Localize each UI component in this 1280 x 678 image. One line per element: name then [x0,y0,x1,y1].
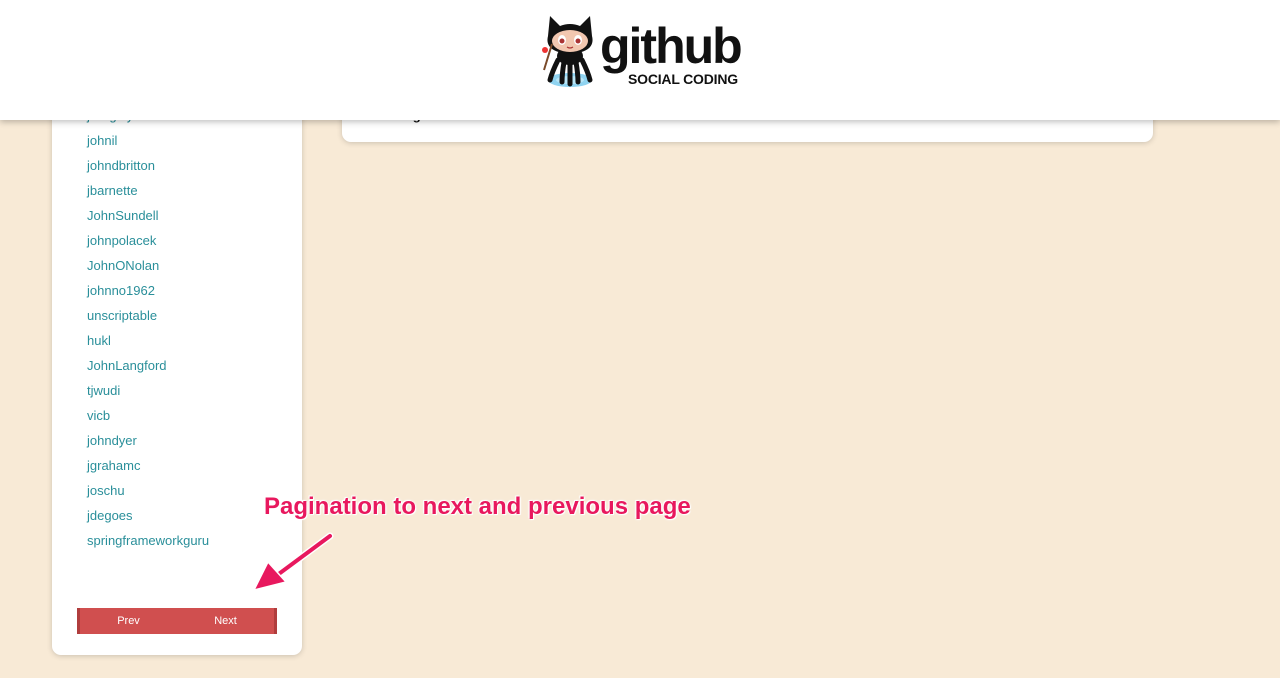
page: jwiegley johnil johndbritton jbarnette J… [0,0,1280,678]
user-link[interactable]: JohnONolan [87,258,159,273]
arrow-icon [252,532,334,592]
logo-tagline: SOCIAL CODING [628,71,738,87]
prev-button[interactable]: Prev [80,608,177,634]
user-link[interactable]: springframeworkguru [87,533,209,548]
user-link[interactable]: JohnLangford [87,358,167,373]
list-item: johnil [87,128,209,153]
next-button[interactable]: Next [177,608,274,634]
logo-wordmark: github [600,18,743,74]
user-link[interactable]: jbarnette [87,183,138,198]
list-item: johndbritton [87,153,209,178]
user-link[interactable]: johndbritton [87,158,155,173]
pagination: Prev Next [77,608,277,634]
user-link[interactable]: vicb [87,408,110,423]
list-item: JohnONolan [87,253,209,278]
list-item: springframeworkguru [87,528,209,553]
github-logo[interactable]: github SOCIAL CODING [538,10,748,90]
user-link[interactable]: tjwudi [87,383,120,398]
user-link[interactable]: johnil [87,133,117,148]
list-item: JohnSundell [87,203,209,228]
list-item: johnpolacek [87,228,209,253]
user-list: jwiegley johnil johndbritton jbarnette J… [87,103,209,553]
user-link[interactable]: johnpolacek [87,233,156,248]
user-link[interactable]: johnno1962 [87,283,155,298]
user-link[interactable]: hukl [87,333,111,348]
octocat-icon [542,16,593,87]
annotation-label: Pagination to next and previous page [264,493,691,520]
list-item: JohnLangford [87,353,209,378]
list-item: jgrahamc [87,453,209,478]
user-link[interactable]: joschu [87,483,125,498]
list-item: johnno1962 [87,278,209,303]
user-link[interactable]: JohnSundell [87,208,159,223]
user-link[interactable]: unscriptable [87,308,157,323]
site-header: github SOCIAL CODING [0,0,1280,120]
user-link[interactable]: johndyer [87,433,137,448]
user-link[interactable]: jgrahamc [87,458,140,473]
user-link[interactable]: jdegoes [87,508,133,523]
list-item: johndyer [87,428,209,453]
list-item: hukl [87,328,209,353]
list-item: jdegoes [87,503,209,528]
list-item: vicb [87,403,209,428]
list-item: jbarnette [87,178,209,203]
list-item: unscriptable [87,303,209,328]
list-item: joschu [87,478,209,503]
list-item: tjwudi [87,378,209,403]
